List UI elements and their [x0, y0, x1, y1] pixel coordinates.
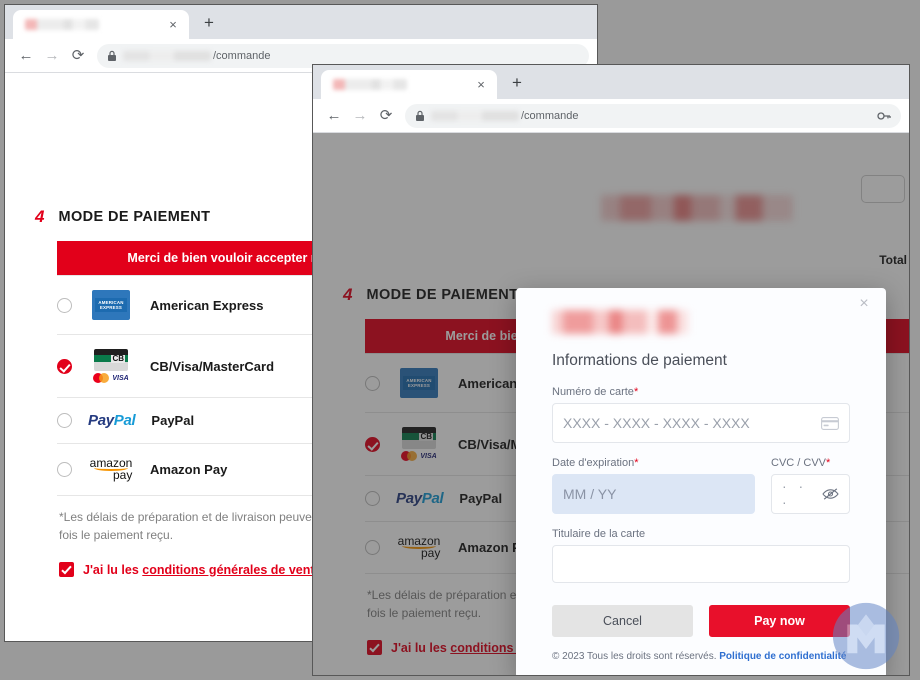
radio-amazon-pay[interactable] — [57, 462, 72, 477]
malwarebytes-watermark-icon — [832, 602, 900, 670]
lock-icon — [108, 50, 116, 61]
forward-icon-front[interactable]: → — [347, 103, 373, 129]
browser-window-front[interactable]: × + ← → ⟳ /commande 4 MODE DE PAIEMENT M… — [312, 64, 910, 676]
new-tab-icon[interactable]: + — [197, 12, 221, 36]
paypal-icon: PayPal — [88, 412, 136, 429]
tab-title-blurred-front — [333, 79, 407, 90]
cgv-link[interactable]: conditions générales de vente — [142, 563, 321, 577]
new-tab-icon-front[interactable]: + — [505, 72, 529, 96]
cgv-checkbox[interactable] — [59, 562, 74, 577]
expiry-input[interactable] — [563, 475, 744, 513]
card-number-label: Numéro de carte* — [552, 386, 850, 398]
url-host-blurred — [123, 50, 211, 61]
eye-off-icon[interactable] — [822, 487, 839, 501]
page-content-front: 4 MODE DE PAIEMENT Merci de bien vouloir… — [313, 133, 909, 675]
amazon-pay-icon: amazon pay — [89, 456, 133, 482]
reload-icon[interactable]: ⟳ — [65, 43, 91, 69]
required-marker: * — [633, 386, 639, 398]
payment-modal-body: Informations de paiement Numéro de carte… — [516, 288, 886, 583]
required-marker-expiry: * — [634, 457, 639, 469]
payment-modal-title: Informations de paiement — [552, 352, 727, 369]
expiry-cvc-row: Date d'expiration* CVC / CVV* · · · — [552, 457, 850, 528]
browser-tab-front[interactable]: × — [321, 70, 497, 99]
cardholder-label: Titulaire de la carte — [552, 528, 646, 540]
cardholder-input-wrap[interactable] — [552, 545, 850, 583]
pay-now-button[interactable]: Pay now — [709, 605, 850, 637]
cancel-button[interactable]: Cancel — [552, 605, 693, 637]
privacy-policy-link[interactable]: Politique de confidentialité — [719, 651, 846, 662]
cb-visa-mastercard-icon: VISA — [88, 349, 134, 383]
payment-label-paypal: PayPal — [151, 413, 195, 428]
expiry-label-text: Date d'expiration — [552, 457, 635, 469]
payment-label-cb-visa-mastercard: CB/Visa/MasterCard — [150, 358, 275, 374]
tab-bar-back: × + — [5, 5, 597, 39]
tab-close-icon-front[interactable]: × — [473, 77, 489, 93]
radio-american-express[interactable] — [57, 297, 72, 313]
expiry-label: Date d'expiration* — [552, 457, 755, 469]
url-host-blurred-front — [431, 110, 519, 121]
url-path: /commande — [213, 49, 271, 62]
browser-tab-back[interactable]: × — [13, 10, 189, 39]
card-number-label-text: Numéro de carte — [552, 386, 634, 398]
close-icon[interactable]: × — [854, 294, 874, 314]
browser-toolbar-front: ← → ⟳ /commande — [313, 99, 909, 133]
radio-paypal[interactable] — [57, 413, 72, 428]
payment-label-amazon-pay: Amazon Pay — [150, 462, 228, 477]
card-number-input[interactable] — [563, 404, 815, 442]
cgv-prefix: J'ai lu les — [83, 562, 143, 577]
back-icon-front[interactable]: ← — [321, 103, 347, 129]
reload-icon-front[interactable]: ⟳ — [373, 103, 399, 129]
section-number: 4 — [35, 207, 45, 226]
cvc-masked-value[interactable]: · · · — [782, 478, 816, 510]
password-key-icon[interactable] — [877, 110, 891, 122]
payment-label-american-express: American Express — [150, 297, 264, 313]
back-icon[interactable]: ← — [13, 43, 39, 69]
lock-icon-front — [416, 110, 424, 121]
required-marker-cvc: * — [826, 457, 831, 469]
forward-icon[interactable]: → — [39, 43, 65, 69]
tab-title-blurred — [25, 19, 99, 30]
amex-icon: AMERICAN EXPRESS — [88, 290, 134, 320]
copyright-text: © 2023 Tous les droits sont réservés. — [552, 651, 720, 662]
cvc-input-wrap[interactable]: · · · — [771, 474, 850, 514]
radio-cb-visa-mastercard[interactable] — [57, 358, 72, 374]
card-number-field-group: Numéro de carte* — [552, 386, 850, 443]
tab-bar-front: × + — [313, 65, 909, 99]
cvc-field-group: CVC / CVV* · · · — [771, 457, 850, 514]
screenshot-stage: × + ← → ⟳ /commande 4 MODE DE PAIEMENT M… — [0, 0, 920, 680]
cardholder-input[interactable] — [563, 546, 839, 582]
expiry-input-wrap[interactable] — [552, 474, 755, 514]
cvc-label-text: CVC / CVV — [771, 457, 827, 469]
card-number-input-wrap[interactable] — [552, 403, 850, 443]
modal-brand-logo-blurred — [552, 310, 688, 334]
address-bar-front[interactable]: /commande — [405, 103, 901, 128]
tab-close-icon[interactable]: × — [165, 17, 181, 33]
credit-card-icon — [821, 416, 839, 430]
expiry-field-group: Date d'expiration* — [552, 457, 755, 514]
page-title: MODE DE PAIEMENT — [58, 209, 211, 225]
cardholder-field-group: Titulaire de la carte — [552, 528, 850, 583]
cvc-label: CVC / CVV* — [771, 457, 850, 469]
url-path-front: /commande — [521, 109, 579, 122]
